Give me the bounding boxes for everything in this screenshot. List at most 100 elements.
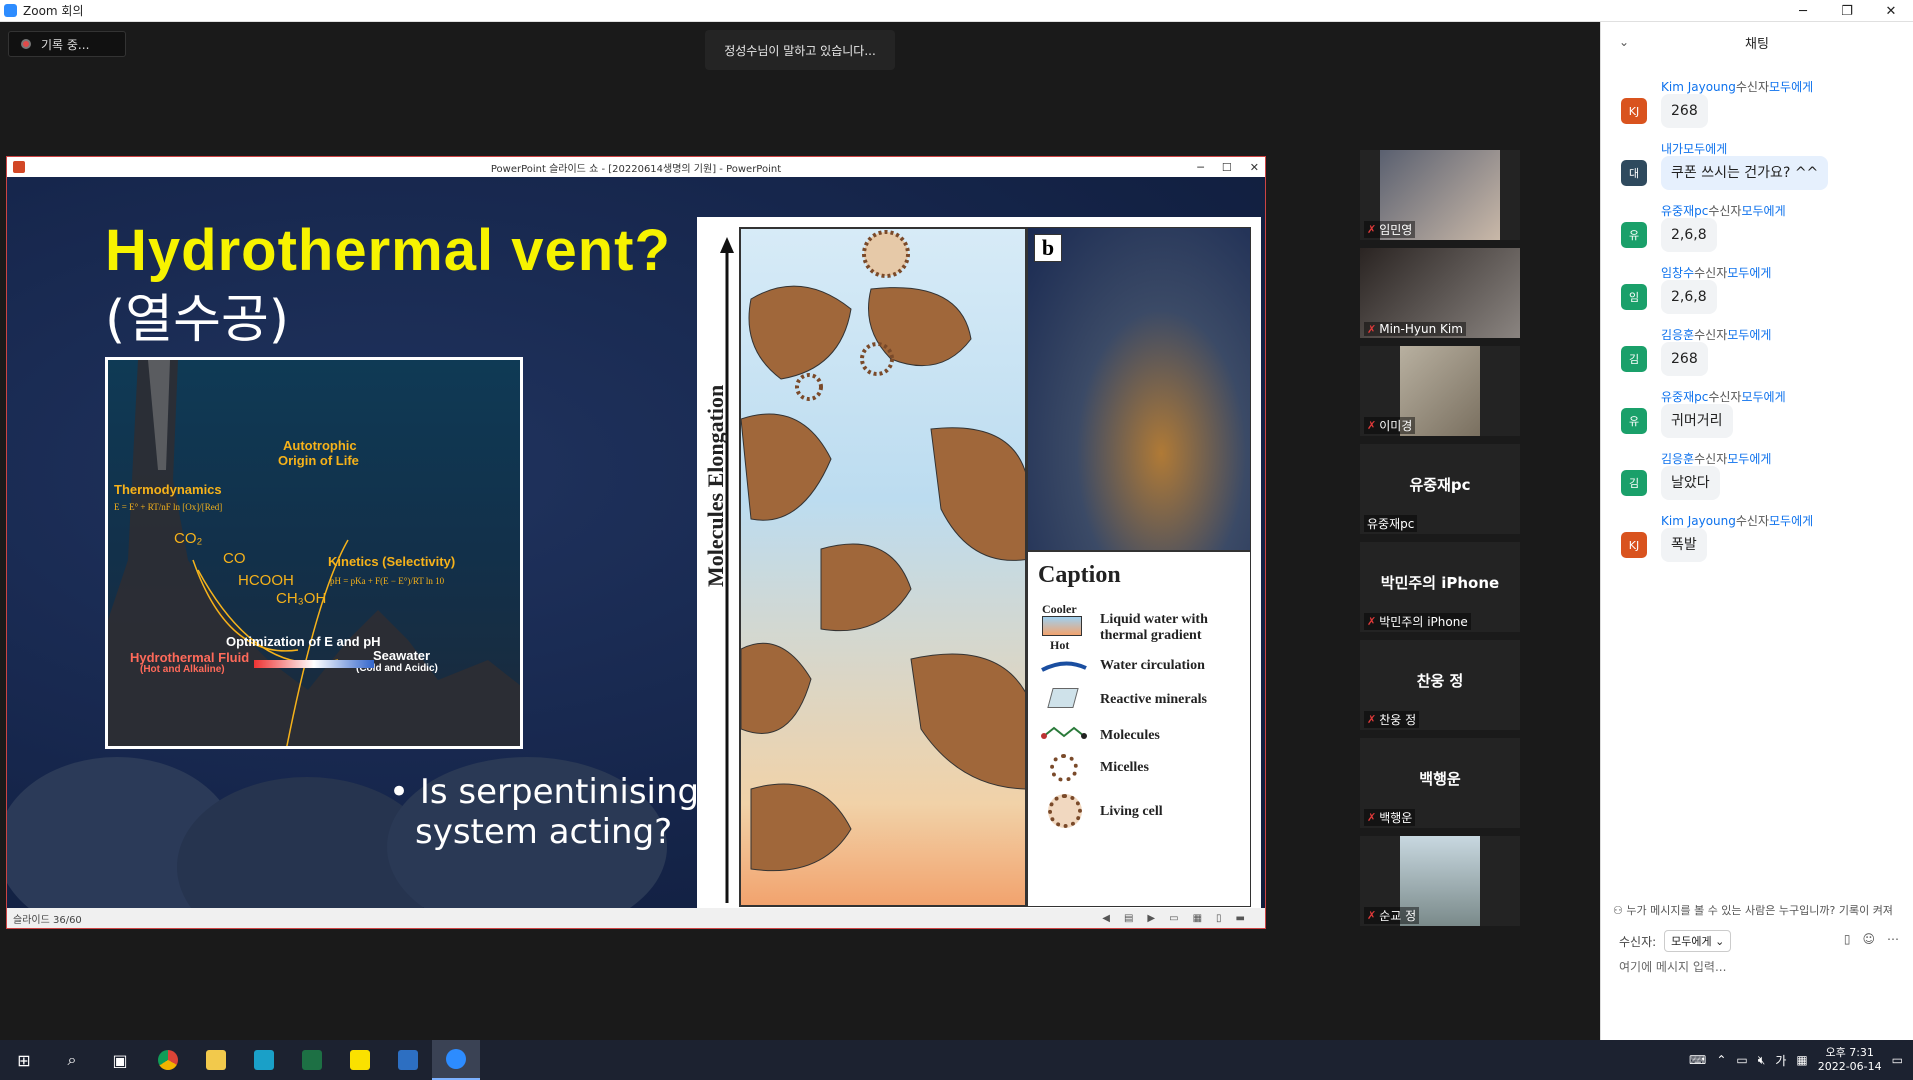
clock[interactable]: 오후 7:31 2022-06-14 [1818,1046,1882,1074]
restore-button[interactable]: ❐ [1825,0,1869,22]
chat-bubble[interactable]: 268 [1661,342,1708,376]
autotrophic-label: Autotrophic [283,438,357,453]
chat-header: ⌄ 채팅 [1601,22,1913,62]
participant-tile-6[interactable]: 찬웅 정 ✗ 찬웅 정 [1360,640,1520,730]
windows-start-icon[interactable]: ⊞ [0,1040,48,1080]
sender-name[interactable]: 임창수 [1661,266,1694,280]
slideshow-view-icon[interactable]: ▬ [1236,913,1245,924]
chat-bubble[interactable]: 268 [1661,94,1708,128]
ime-mode-icon[interactable]: ▦ [1796,1053,1807,1067]
chat-bubble[interactable]: 폭발 [1661,528,1707,562]
file-explorer-icon[interactable] [192,1040,240,1080]
chat-visibility-note[interactable]: ⚇ 누가 메시지를 볼 수 있는 사람은 누구입니까? 기록이 켜져 [1613,902,1913,918]
volume-mute-icon[interactable]: 🔇︎ [1758,1053,1766,1068]
muted-mic-icon: ✗ [1367,713,1377,726]
participant-tile-8[interactable]: ✗ 순교 정 [1360,836,1520,926]
chevron-down-icon[interactable]: ⌄ [1619,35,1629,49]
keyboard-icon[interactable]: ⌨ [1689,1053,1706,1067]
sender-name[interactable]: 유중재pc [1661,204,1708,218]
hot-label: Hot [1050,638,1070,652]
normal-view-icon[interactable]: ▭ [1169,913,1178,924]
powerpoint-window: PowerPoint 슬라이드 쇼 - [20220614생명의 기원] - P… [6,156,1266,929]
caption-row-5: Molecules [1100,728,1160,743]
slide-bullet: • Is serpentinising system acting? [389,772,699,852]
chat-bubble[interactable]: 2,6,8 [1661,280,1717,314]
powerpoint-window-title: PowerPoint 슬라이드 쇼 - [20220614생명의 기원] - P… [490,163,782,175]
participant-name: ✗ 박민주의 iPhone [1364,613,1471,630]
notification-icon[interactable]: ▭ [1892,1053,1903,1067]
participant-name: ✗ Min-Hyun Kim [1364,322,1466,336]
temperature-gradient-arrow [254,660,374,668]
kakaotalk-icon[interactable] [336,1040,384,1080]
participant-tile-7[interactable]: 백행운 ✗ 백행운 [1360,738,1520,828]
minimize-button[interactable]: ─ [1781,0,1825,22]
ppt-close-button[interactable]: ✕ [1250,161,1259,174]
korean-app-icon[interactable] [240,1040,288,1080]
ppt-minimize-button[interactable]: ─ [1197,161,1204,174]
search-icon[interactable]: ⌕ [48,1040,96,1080]
sender-name[interactable]: 김응훈 [1661,452,1694,466]
recipient-prefix: 수신자 [1708,204,1742,218]
chat-input[interactable] [1619,956,1899,978]
recipient-name[interactable]: 모두에게 [1727,328,1771,342]
file-icon[interactable]: ▯ [1844,932,1851,946]
chat-bubble[interactable]: 귀머거리 [1661,404,1733,438]
bullet-line-1: • Is serpentinising [389,772,700,812]
thermodynamics-label: Thermodynamics [114,482,222,497]
chat-bubble[interactable]: 쿠폰 쓰시는 건가요? ^^ [1661,156,1829,190]
window-title-bar: Zoom 회의 ─ ❐ ✕ [0,0,1913,22]
recipient-prefix: 수신자 [1735,80,1769,94]
participant-name: ✗ 임민영 [1364,221,1416,238]
photos-icon[interactable] [384,1040,432,1080]
excel-icon[interactable] [288,1040,336,1080]
recipient-name[interactable]: 모두에게 [1683,142,1727,156]
recipient-name[interactable]: 모두에게 [1769,514,1813,528]
sender-name[interactable]: Kim Jayoung [1661,80,1736,94]
recording-badge[interactable]: 기록 중... [8,31,126,57]
participant-tile-3[interactable]: ✗ 이미경 [1360,346,1520,436]
sorter-view-icon[interactable]: ▦ [1193,913,1202,924]
recipient-label: 수신자: [1619,934,1657,949]
participant-tile-1[interactable]: ✗ 임민영 [1360,150,1520,240]
panel-b-label: b [1034,234,1062,262]
ime-indicator[interactable]: 가 [1775,1052,1786,1069]
water-circulation-arrow-icon [1041,661,1087,672]
porous-rock-diagram: a [739,227,1027,907]
network-icon[interactable]: ▭ [1736,1053,1747,1067]
slide-subtitle: (열수공) [105,290,290,350]
slide-menu-icon[interactable]: ▤ [1124,913,1133,924]
meeting-area: 기록 중... 정성수님이 말하고 있습니다... PowerPoint 슬라이… [0,22,1600,1040]
emoji-icon[interactable]: ☺ [1862,932,1875,946]
recipient-name[interactable]: 모두에게 [1727,266,1771,280]
chat-bubble[interactable]: 2,6,8 [1661,218,1717,252]
participant-tile-2[interactable]: ✗ Min-Hyun Kim [1360,248,1520,338]
zoom-taskbar-icon[interactable] [432,1040,480,1080]
sender-name[interactable]: 김응훈 [1661,328,1694,342]
more-icon[interactable]: ⋯ [1887,932,1899,946]
recipient-name[interactable]: 모두에게 [1741,204,1785,218]
sender-name[interactable]: Kim Jayoung [1661,514,1736,528]
prev-slide-icon[interactable]: ◀ [1102,913,1110,924]
recipient-dropdown[interactable]: 모두에게 ⌄ [1664,930,1732,952]
hot-alkaline-label: (Hot and Alkaline) [140,664,225,675]
task-view-icon[interactable]: ▣ [96,1040,144,1080]
sender-name[interactable]: 유중재pc [1661,390,1708,404]
chat-bubble[interactable]: 날았다 [1661,466,1720,500]
participant-tile-5[interactable]: 박민주의 iPhone ✗ 박민주의 iPhone [1360,542,1520,632]
participant-tile-4[interactable]: 유중재pc 유중재pc [1360,444,1520,534]
chrome-icon[interactable] [144,1040,192,1080]
ppt-maximize-button[interactable]: ☐ [1222,161,1232,174]
recipient-name[interactable]: 모두에게 [1727,452,1771,466]
next-slide-icon[interactable]: ▶ [1147,913,1155,924]
sender-name[interactable]: 내가 [1661,142,1683,156]
recipient-name[interactable]: 모두에게 [1769,80,1813,94]
caption-title: Caption [1038,562,1121,588]
recipient-prefix: 수신자 [1694,266,1728,280]
reading-view-icon[interactable]: ▯ [1216,913,1222,924]
people-icon: ⚇ [1613,904,1627,917]
micelle-icon [1050,754,1078,782]
recipient-name[interactable]: 모두에게 [1741,390,1785,404]
close-button[interactable]: ✕ [1869,0,1913,22]
chevron-up-icon[interactable]: ⌃ [1716,1053,1726,1067]
vent-photo: b [1027,227,1251,551]
